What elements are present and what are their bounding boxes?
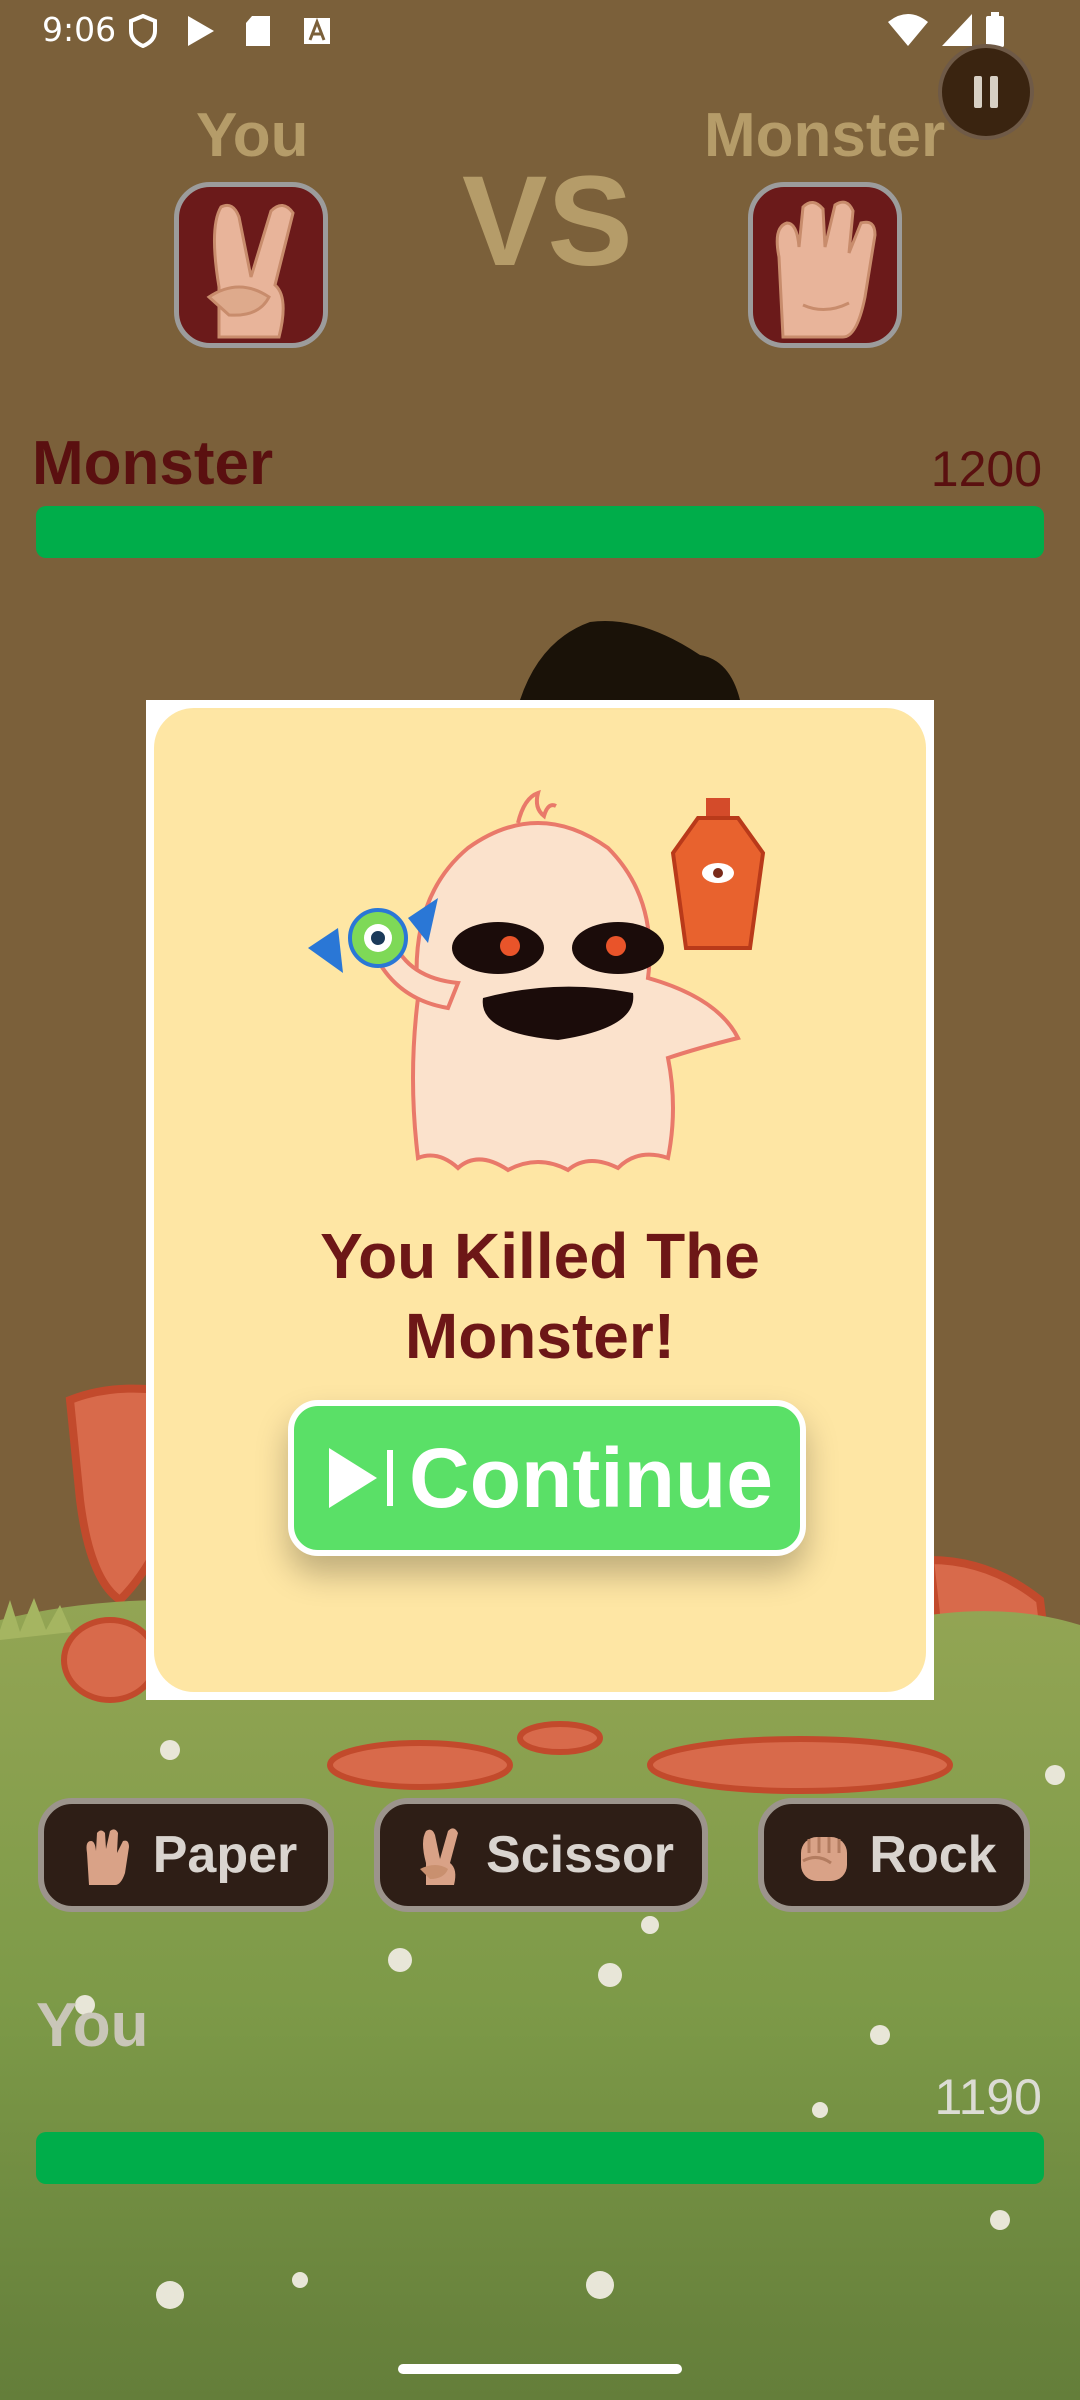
victory-title-line2: Monster! xyxy=(404,1300,676,1372)
ghost-illustration xyxy=(308,789,766,1173)
scissor-button[interactable]: Scissor xyxy=(374,1798,708,1912)
monster-hand-card xyxy=(748,182,902,348)
shield-icon xyxy=(129,14,157,48)
skip-forward-icon xyxy=(329,1448,394,1508)
home-indicator[interactable] xyxy=(398,2364,682,2374)
victory-card: You Killed The Monster! Continue xyxy=(154,708,926,1692)
continue-label: Continue xyxy=(409,1430,773,1525)
wifi-icon xyxy=(888,14,928,46)
font-a-icon xyxy=(304,17,330,44)
continue-button[interactable]: Continue xyxy=(288,1400,806,1556)
peace-hand-icon xyxy=(420,1828,459,1885)
battery-icon xyxy=(986,12,1004,47)
fist-icon xyxy=(801,1837,848,1881)
pause-icon xyxy=(974,76,998,108)
monster-hp-name: Monster xyxy=(32,429,274,498)
scissor-label: Scissor xyxy=(486,1826,674,1884)
paper-button[interactable]: Paper xyxy=(38,1798,334,1912)
victory-title-line1: You Killed The xyxy=(320,1220,760,1292)
rock-label: Rock xyxy=(869,1826,997,1884)
play-store-icon xyxy=(188,16,214,46)
open-hand-icon xyxy=(86,1829,129,1885)
open-hand-icon xyxy=(775,200,877,339)
player-hp-bar xyxy=(36,2132,1044,2184)
pause-button[interactable] xyxy=(938,44,1034,140)
player-hp-value: 1190 xyxy=(934,2069,1042,2125)
signal-icon xyxy=(942,14,972,46)
status-time: 9:06 xyxy=(42,10,117,49)
sd-card-icon xyxy=(246,16,270,46)
vs-label: VS xyxy=(462,150,633,293)
status-bar: 9:06 xyxy=(0,0,1080,62)
monster-label: Monster xyxy=(704,101,946,170)
rock-button[interactable]: Rock xyxy=(758,1798,1030,1912)
peace-hand-icon xyxy=(206,203,295,339)
player-label: You xyxy=(196,101,309,170)
victory-title: You Killed The Monster! xyxy=(154,1216,926,1376)
victory-dialog: You Killed The Monster! Continue xyxy=(146,700,934,1700)
monster-hp-bar xyxy=(36,506,1044,558)
monster-hp-value: 1200 xyxy=(930,441,1042,497)
paper-label: Paper xyxy=(152,1826,298,1884)
player-hand-card xyxy=(174,182,328,348)
player-hp-name: You xyxy=(36,1991,149,2060)
